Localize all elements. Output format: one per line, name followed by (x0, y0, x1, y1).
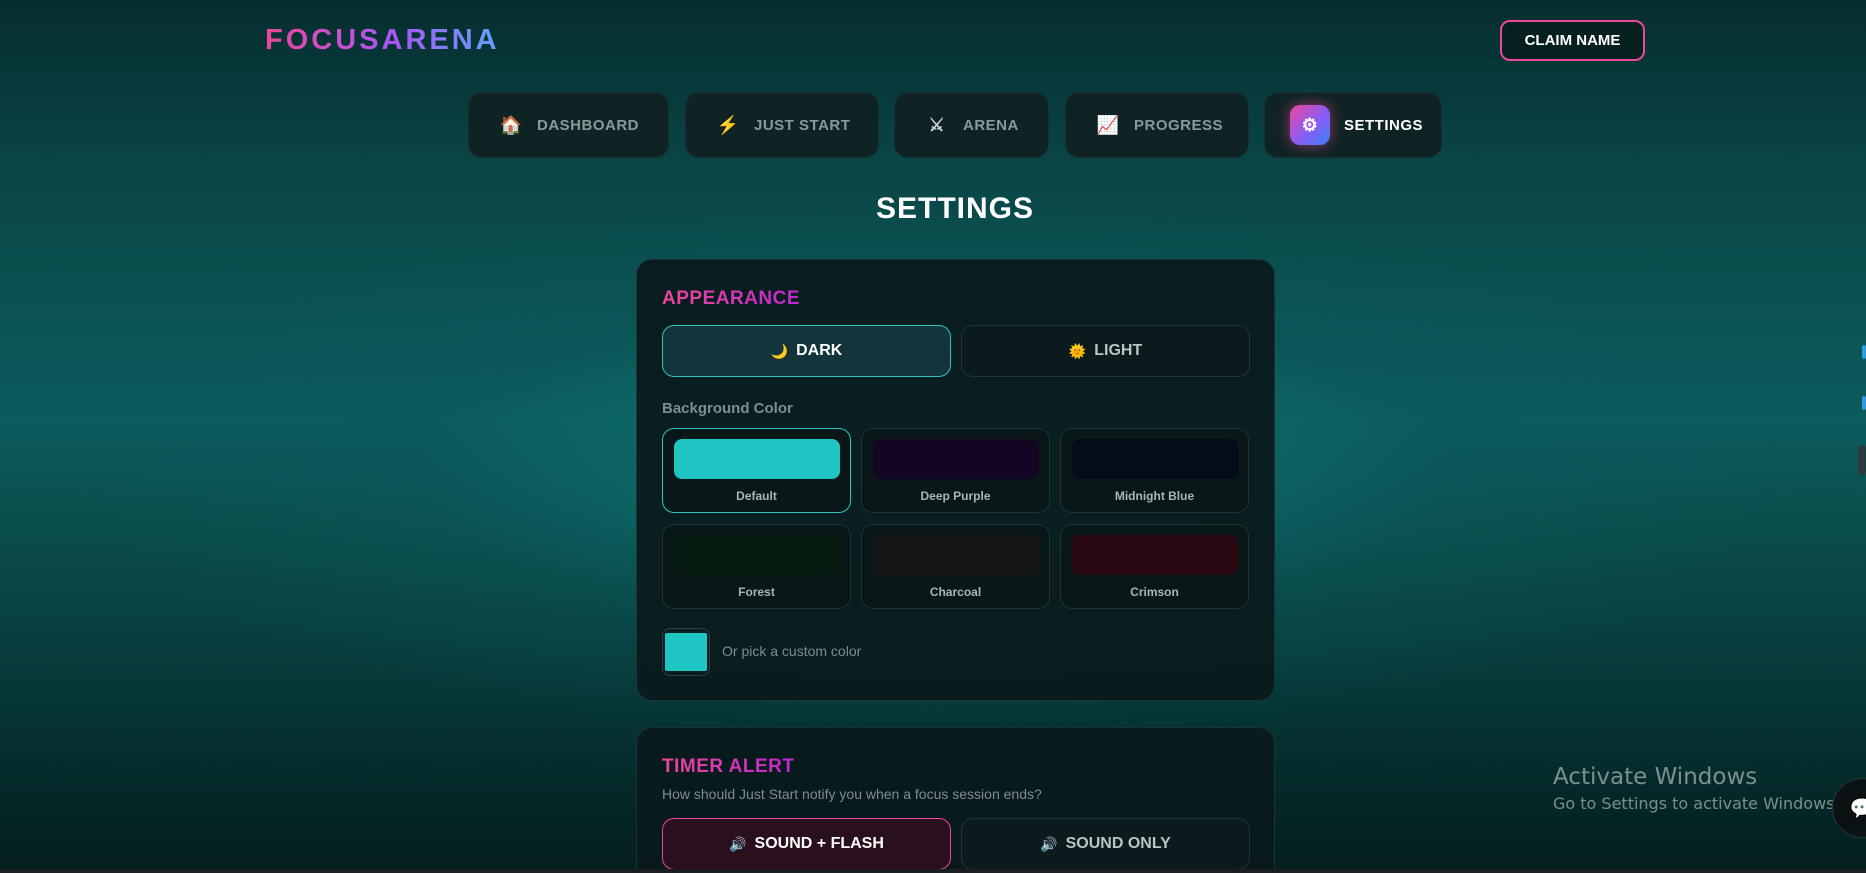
nav-tab-label: ARENA (963, 116, 1019, 134)
speech-bubble-icon: 💬 (1849, 797, 1866, 820)
activate-windows-watermark: Activate Windows Go to Settings to activ… (1553, 764, 1840, 813)
alert-sound-flash-label: SOUND + FLASH (754, 835, 884, 852)
sun-icon: 🌞 (1068, 342, 1087, 359)
swatch-charcoal[interactable]: Charcoal (861, 524, 1050, 609)
swatch-name: Deep Purple (920, 489, 991, 503)
background-color-label: Background Color (662, 400, 793, 417)
timer-alert-title: TIMER ALERT (662, 756, 795, 777)
swatch-color-chip (873, 535, 1039, 575)
swatch-forest[interactable]: Forest (662, 524, 851, 609)
theme-dark-button[interactable]: 🌙 DARK (662, 325, 951, 377)
app-logo[interactable]: FOCUSARENA (265, 24, 500, 57)
speaker-icon: 🔊 (729, 835, 747, 852)
nav-tab-arena[interactable]: ⚔ ARENA (894, 92, 1049, 158)
nav-tab-just-start[interactable]: ⚡ JUST START (685, 92, 879, 158)
edge-indicator (1862, 345, 1866, 359)
gear-icon: ⚙ (1290, 105, 1330, 145)
timer-alert-card: TIMER ALERT How should Just Start notify… (636, 727, 1275, 873)
swatch-default[interactable]: Default (662, 428, 851, 513)
bottom-divider (0, 869, 1866, 873)
chart-increasing-icon: 📈 (1096, 114, 1120, 135)
edge-scroll-handle[interactable] (1858, 445, 1866, 475)
crossed-swords-icon: ⚔ (928, 114, 946, 135)
top-bar: FOCUSARENA CLAIM NAME (0, 0, 1866, 80)
swatch-color-chip (674, 439, 840, 479)
edge-indicator (1862, 396, 1866, 410)
swatch-color-chip (674, 535, 840, 575)
alert-sound-only-label: SOUND ONLY (1065, 835, 1171, 852)
crescent-moon-icon: 🌙 (770, 342, 789, 359)
swatch-color-chip (1072, 535, 1238, 575)
swatch-name: Crimson (1130, 585, 1179, 599)
swatch-name: Forest (738, 585, 775, 599)
page-title: SETTINGS (875, 192, 1034, 225)
alert-sound-flash-button[interactable]: 🔊 SOUND + FLASH (662, 818, 951, 870)
appearance-title: APPEARANCE (662, 288, 801, 309)
main-nav: 🏠 DASHBOARD ⚡ JUST START ⚔ ARENA 📈 PROGR… (0, 92, 1866, 158)
custom-color-picker[interactable] (662, 628, 710, 676)
nav-tab-label: DASHBOARD (537, 116, 639, 134)
custom-color-label: Or pick a custom color (722, 643, 862, 659)
claim-name-button[interactable]: CLAIM NAME (1500, 20, 1645, 61)
timer-alert-description: How should Just Start notify you when a … (662, 786, 1042, 802)
swatch-name: Charcoal (929, 585, 982, 599)
swatch-color-chip (1072, 439, 1238, 479)
activate-windows-title: Activate Windows (1553, 764, 1758, 790)
swatch-color-chip (873, 439, 1039, 479)
activate-windows-subtitle: Go to Settings to activate Windows. (1553, 794, 1840, 813)
swatch-name: Default (736, 489, 777, 503)
lightning-icon: ⚡ (716, 114, 740, 135)
nav-tab-label: PROGRESS (1134, 116, 1224, 134)
speaker-icon: 🔊 (1040, 835, 1058, 852)
nav-tab-settings[interactable]: ⚙ SETTINGS (1264, 92, 1442, 158)
custom-color-preview (665, 633, 707, 671)
theme-light-button[interactable]: 🌞 LIGHT (961, 325, 1250, 377)
swatch-midnight-blue[interactable]: Midnight Blue (1060, 428, 1249, 513)
swatch-name: Midnight Blue (1114, 489, 1195, 503)
appearance-card: APPEARANCE 🌙 DARK 🌞 LIGHT Background Col… (636, 259, 1275, 701)
swatch-deep-purple[interactable]: Deep Purple (861, 428, 1050, 513)
nav-tab-label: SETTINGS (1344, 116, 1424, 134)
swatch-crimson[interactable]: Crimson (1060, 524, 1249, 609)
nav-tab-label: JUST START (754, 116, 851, 134)
house-icon: 🏠 (499, 114, 523, 135)
alert-sound-only-button[interactable]: 🔊 SOUND ONLY (961, 818, 1250, 870)
theme-light-label: LIGHT (1094, 342, 1143, 359)
nav-tab-progress[interactable]: 📈 PROGRESS (1065, 92, 1249, 158)
theme-dark-label: DARK (796, 342, 843, 359)
nav-tab-dashboard[interactable]: 🏠 DASHBOARD (468, 92, 669, 158)
